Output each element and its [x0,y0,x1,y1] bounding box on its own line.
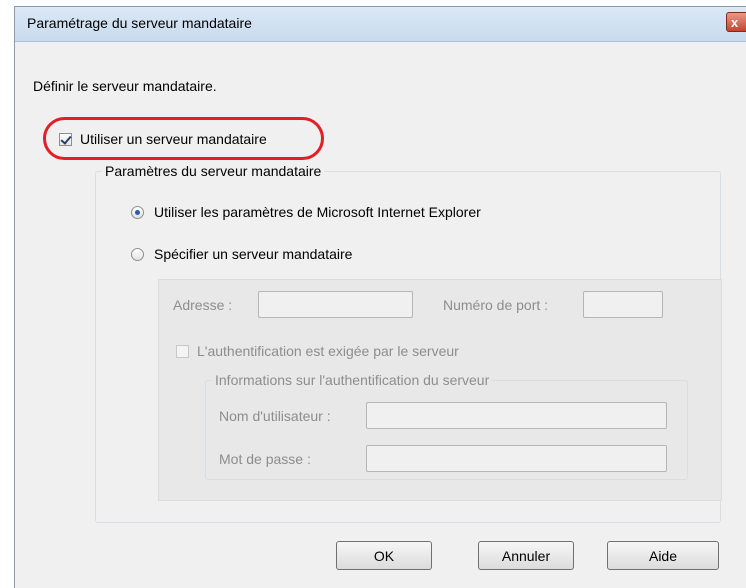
close-button[interactable]: x [726,12,746,32]
use-proxy-checkbox[interactable] [59,132,72,146]
use-proxy-checkbox-row[interactable]: Utiliser un serveur mandataire [59,131,267,147]
radio-specify[interactable] [131,247,144,261]
radio-use-ie[interactable] [131,205,144,219]
proxy-settings-dialog: Paramétrage du serveur mandataire x Défi… [14,6,746,588]
radio-row-specify[interactable]: Spécifier un serveur mandataire [131,246,352,262]
proxy-settings-legend: Paramètres du serveur mandataire [105,163,322,179]
auth-required-label: L'authentification est exigée par le ser… [197,343,459,359]
radio-row-use-ie[interactable]: Utiliser les paramètres de Microsoft Int… [131,204,481,220]
port-input[interactable] [583,291,663,318]
username-input[interactable] [366,402,667,429]
radio-specify-label: Spécifier un serveur mandataire [154,246,353,262]
dialog-title: Paramétrage du serveur mandataire [27,15,252,31]
close-icon: x [731,15,739,30]
cancel-button[interactable]: Annuler [478,541,574,570]
radio-use-ie-label: Utiliser les paramètres de Microsoft Int… [154,204,481,220]
help-button[interactable]: Aide [607,541,719,570]
address-label: Adresse : [173,297,233,313]
auth-required-checkbox[interactable] [176,344,189,358]
auth-required-checkbox-row[interactable]: L'authentification est exigée par le ser… [176,343,459,359]
title-bar[interactable]: Paramétrage du serveur mandataire x [15,7,746,42]
specify-proxy-panel: Adresse : Numéro de port : L'authentific… [158,279,722,501]
use-proxy-label: Utiliser un serveur mandataire [80,131,267,147]
password-label: Mot de passe : [219,451,311,467]
address-input[interactable] [258,291,413,318]
password-input[interactable] [366,445,667,472]
intro-text: Définir le serveur mandataire. [33,78,217,94]
port-label: Numéro de port : [443,297,549,313]
auth-info-legend: Informations sur l'authentification du s… [215,372,490,388]
username-label: Nom d'utilisateur : [219,408,331,424]
ok-button[interactable]: OK [336,541,432,570]
